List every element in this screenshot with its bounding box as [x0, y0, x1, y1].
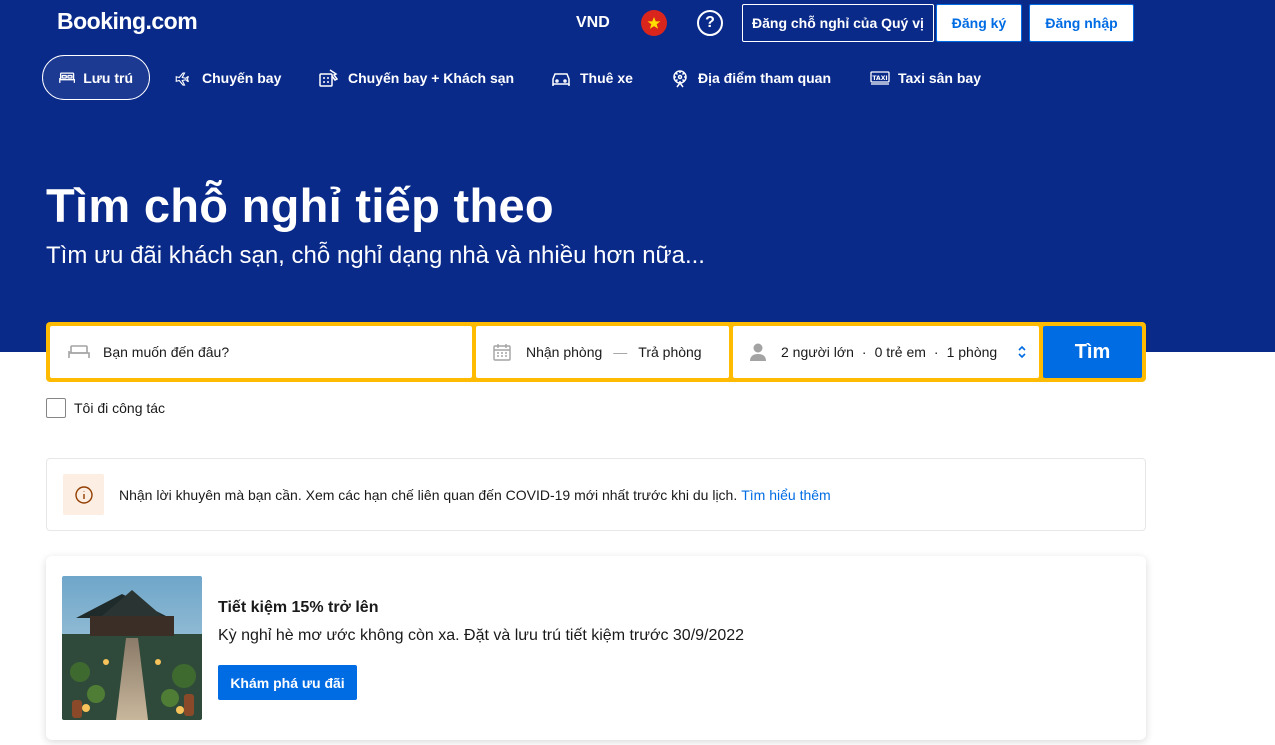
svg-text:TAXI: TAXI: [872, 75, 887, 82]
page-subtitle: Tìm ưu đãi khách sạn, chỗ nghỉ dạng nhà …: [46, 242, 705, 269]
search-button[interactable]: Tìm: [1043, 326, 1142, 378]
taxi-icon: TAXI: [870, 70, 890, 85]
tab-stays-label: Lưu trú: [83, 69, 133, 86]
page-title: Tìm chỗ nghỉ tiếp theo: [46, 179, 554, 232]
tab-car-rental[interactable]: Thuê xe: [550, 55, 633, 100]
guest-dot: ·: [933, 344, 939, 360]
explore-deals-button[interactable]: Khám phá ưu đãi: [218, 665, 357, 700]
dates-field[interactable]: Nhận phòng — Trả phòng: [476, 326, 729, 378]
promo-image: [62, 576, 202, 720]
flight-hotel-icon: [319, 68, 339, 87]
car-icon: [552, 72, 570, 86]
learn-more-link[interactable]: Tìm hiểu thêm: [741, 487, 830, 503]
vietnam-flag-icon[interactable]: [641, 10, 667, 36]
help-icon[interactable]: ?: [697, 10, 723, 36]
tab-flight-hotel-label: Chuyến bay + Khách sạn: [348, 69, 515, 86]
list-property-button[interactable]: Đăng chỗ nghỉ của Quý vị: [742, 4, 934, 42]
checkin-label: Nhận phòng: [526, 344, 603, 360]
attractions-icon: [673, 69, 687, 87]
tab-airport-taxi-label: Taxi sân bay: [898, 69, 982, 86]
booking-logo[interactable]: Booking.com: [57, 8, 198, 35]
business-trip-label: Tôi đi công tác: [74, 400, 166, 416]
guest-dot: ·: [861, 344, 867, 360]
promo-title: Tiết kiệm 15% trở lên: [218, 599, 379, 616]
bed-icon: [59, 71, 76, 83]
tab-attractions[interactable]: Địa điểm tham quan: [670, 55, 831, 100]
search-bar: Bạn muốn đến đâu? Nhận phòng — Trả phòng…: [46, 322, 1146, 382]
tab-attractions-label: Địa điểm tham quan: [698, 69, 832, 86]
destination-placeholder: Bạn muốn đến đâu?: [103, 344, 230, 360]
tab-car-rental-label: Thuê xe: [580, 69, 633, 86]
promo-description: Kỳ nghỉ hè mơ ước không còn xa. Đặt và l…: [218, 627, 745, 644]
date-separator: —: [613, 344, 628, 360]
checkout-label: Trả phòng: [638, 344, 702, 360]
children-count: 0 trẻ em: [874, 344, 926, 360]
covid-text: Nhận lời khuyên mà bạn cần. Xem các hạn …: [119, 486, 738, 503]
calendar-icon: [493, 344, 511, 361]
chevron-updown-icon: [1018, 345, 1026, 359]
tab-flight-hotel[interactable]: Chuyến bay + Khách sạn: [318, 55, 514, 100]
info-icon: [63, 474, 104, 515]
currency-selector[interactable]: VND: [576, 14, 610, 32]
adults-count: 2 người lớn: [781, 344, 854, 360]
tab-flights-label: Chuyến bay: [202, 69, 282, 86]
business-trip-row: Tôi đi công tác: [46, 398, 165, 418]
guests-field[interactable]: 2 người lớn · 0 trẻ em · 1 phòng: [733, 326, 1039, 378]
rooms-count: 1 phòng: [946, 344, 998, 360]
tab-flights[interactable]: Chuyến bay: [174, 55, 281, 100]
tab-airport-taxi[interactable]: TAXI Taxi sân bay: [870, 55, 981, 100]
bed-icon: [68, 345, 90, 358]
destination-field[interactable]: Bạn muốn đến đâu?: [50, 326, 472, 378]
tab-stays[interactable]: Lưu trú: [42, 55, 150, 100]
airplane-icon: [175, 71, 190, 86]
person-icon: [750, 343, 766, 361]
register-button[interactable]: Đăng ký: [936, 4, 1022, 42]
promo-card: Tiết kiệm 15% trở lên Kỳ nghỉ hè mơ ước …: [46, 556, 1146, 740]
business-trip-checkbox[interactable]: [46, 398, 66, 418]
covid-notice: Nhận lời khuyên mà bạn cần. Xem các hạn …: [46, 458, 1146, 531]
login-button[interactable]: Đăng nhập: [1029, 4, 1134, 42]
hero-banner: [0, 0, 1275, 352]
